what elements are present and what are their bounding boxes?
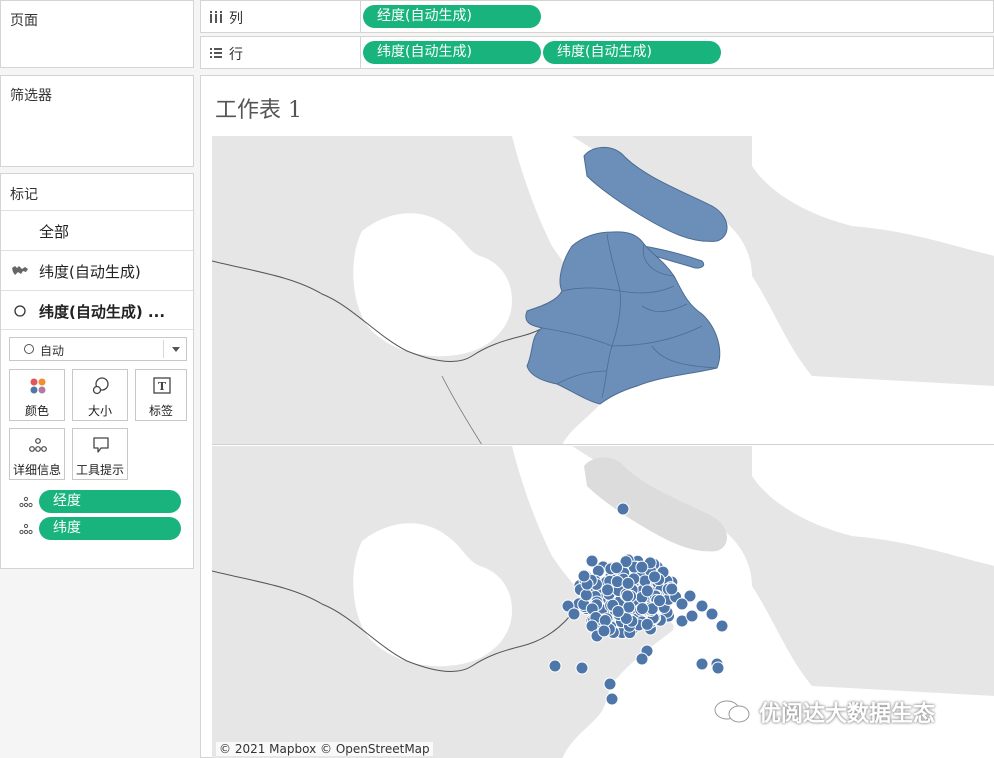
tooltip-label: 工具提示 [75, 463, 124, 477]
size-label: 大小 [87, 404, 112, 418]
location-point[interactable] [585, 554, 599, 568]
field-row-latitude[interactable]: 纬度 [1, 517, 193, 541]
location-point[interactable] [635, 560, 649, 574]
location-point[interactable] [577, 569, 591, 583]
location-point[interactable] [665, 582, 679, 596]
marks-tab-label: 纬度(自动生成) [39, 263, 141, 281]
lake-shape [353, 523, 512, 667]
location-point[interactable] [575, 661, 589, 675]
location-point[interactable] [705, 607, 719, 621]
wechat-icon [714, 700, 750, 723]
detail-button[interactable]: 详细信息 [9, 428, 65, 480]
shelf-divider [360, 1, 361, 32]
size-button[interactable]: 大小 [72, 369, 128, 421]
rows-label: 行 [229, 47, 243, 63]
location-point[interactable] [685, 609, 699, 623]
detail-icon [19, 523, 33, 535]
color-label: 颜色 [24, 404, 49, 418]
location-point[interactable] [695, 599, 709, 613]
sea-shape [752, 136, 994, 256]
lake-shape [353, 213, 512, 357]
color-icon [30, 378, 46, 394]
size-icon [92, 377, 109, 395]
location-point[interactable] [653, 594, 667, 608]
location-point[interactable] [715, 619, 729, 633]
circle-icon [24, 344, 34, 354]
location-point[interactable] [648, 570, 662, 584]
marks-tab-all[interactable]: 全部 [1, 210, 193, 250]
detail-icon [19, 496, 33, 508]
marks-tab-label: 纬度(自动生成) ... [39, 303, 166, 321]
rows-icon [210, 48, 222, 58]
map-icon [12, 266, 28, 275]
pages-card[interactable]: 页面 [0, 0, 194, 68]
watermark-text: 优阅达大数据生态 [759, 702, 936, 727]
location-point[interactable] [605, 692, 619, 706]
location-point[interactable] [597, 624, 611, 638]
detail-icon [29, 438, 47, 452]
location-point[interactable] [610, 561, 624, 575]
marks-tab-circle[interactable]: 纬度(自动生成) ... [1, 290, 193, 330]
location-point[interactable] [611, 604, 625, 618]
location-point[interactable] [621, 589, 635, 603]
location-point[interactable] [711, 661, 725, 675]
dropdown-divider [163, 340, 164, 358]
location-point[interactable] [603, 677, 617, 691]
location-point[interactable] [601, 583, 615, 597]
pages-title: 页面 [10, 13, 38, 29]
location-point[interactable] [616, 502, 630, 516]
columns-label: 列 [229, 11, 243, 27]
worksheet[interactable]: 工作表 1 © 2021 Mapbox © OpenStreetMap 优阅达大… [200, 75, 994, 758]
location-point[interactable] [567, 607, 581, 621]
location-point[interactable] [695, 657, 709, 671]
location-point[interactable] [579, 588, 593, 602]
label-button[interactable]: T 标签 [135, 369, 187, 421]
filters-card[interactable]: 筛选器 [0, 75, 194, 167]
marks-tab-label: 全部 [39, 223, 70, 241]
chevron-down-icon[interactable] [172, 347, 180, 352]
sheet-title: 工作表 1 [215, 98, 302, 123]
longitude-pill[interactable]: 经度 [39, 490, 181, 513]
detail-label: 详细信息 [12, 463, 61, 477]
field-row-longitude[interactable]: 经度 [1, 490, 193, 514]
map-polygon-pane[interactable] [212, 136, 994, 445]
label-label: 标签 [148, 404, 173, 418]
sea-shape [752, 446, 994, 566]
shelf-divider [360, 37, 361, 68]
map-attribution: © 2021 Mapbox © OpenStreetMap [216, 742, 433, 756]
location-point[interactable] [622, 600, 636, 614]
mark-type-value: 自动 [40, 344, 65, 358]
location-point[interactable] [635, 602, 649, 616]
tooltip-icon [93, 437, 109, 453]
rows-shelf[interactable]: 行 纬度(自动生成) 纬度(自动生成) [200, 36, 994, 69]
columns-shelf[interactable]: 列 经度(自动生成) [200, 0, 994, 33]
filters-title: 筛选器 [10, 88, 52, 104]
color-button[interactable]: 颜色 [9, 369, 65, 421]
polygon-map [212, 136, 994, 444]
location-point[interactable] [640, 584, 654, 598]
circle-icon [14, 305, 26, 317]
location-point[interactable] [548, 659, 562, 673]
rows-pill-2[interactable]: 纬度(自动生成) [543, 41, 721, 64]
location-point[interactable] [675, 597, 689, 611]
location-point[interactable] [640, 617, 654, 631]
boundary-line [441, 375, 482, 444]
svg-text:T: T [158, 380, 167, 393]
marks-tab-map[interactable]: 纬度(自动生成) [1, 250, 193, 290]
marks-card[interactable]: 标记 全部 纬度(自动生成) 纬度(自动生成) ... 自动 颜色 大小 T 标… [0, 173, 194, 569]
latitude-pill[interactable]: 纬度 [39, 517, 181, 540]
location-point[interactable] [635, 652, 649, 666]
label-icon: T [153, 377, 171, 394]
marks-title: 标记 [10, 187, 38, 203]
mark-type-dropdown[interactable]: 自动 [9, 337, 187, 361]
columns-pill[interactable]: 经度(自动生成) [363, 5, 541, 28]
location-point[interactable] [621, 576, 635, 590]
tooltip-button[interactable]: 工具提示 [72, 428, 128, 480]
location-point[interactable] [610, 575, 624, 589]
rows-pill-1[interactable]: 纬度(自动生成) [363, 41, 541, 64]
columns-icon [210, 11, 222, 23]
